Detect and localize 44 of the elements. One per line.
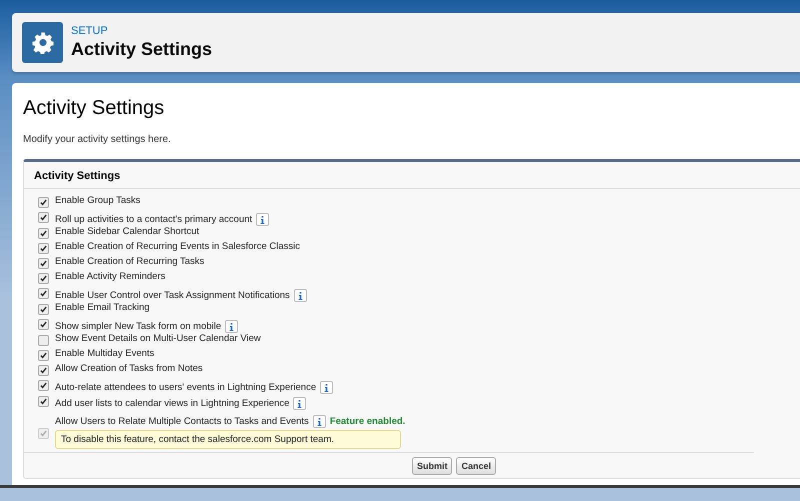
- setting-label: Allow Creation of Tasks from Notes: [55, 363, 203, 374]
- checkbox[interactable]: [38, 396, 49, 407]
- info-icon[interactable]: [256, 213, 270, 226]
- section-title: Activity Settings: [24, 162, 800, 189]
- setting-label: Show simpler New Task form on mobile: [55, 321, 222, 332]
- info-icon[interactable]: [293, 397, 306, 410]
- checkbox[interactable]: [38, 380, 49, 391]
- checkbox[interactable]: [38, 350, 49, 361]
- setting-label: Enable Multiday Events: [55, 348, 154, 359]
- description: Modify your activity settings here.: [23, 134, 172, 145]
- breadcrumb[interactable]: SETUP: [71, 25, 212, 38]
- settings-icon: [22, 22, 63, 63]
- checkbox[interactable]: [38, 365, 49, 376]
- setting-label: Roll up activities to a contact's primary account: [55, 214, 252, 225]
- setting-label: Enable Group Tasks: [55, 195, 140, 206]
- setting-label: Enable Sidebar Calendar Shortcut: [55, 226, 200, 237]
- checkbox[interactable]: [38, 212, 49, 223]
- info-icon[interactable]: [225, 320, 238, 333]
- checkbox[interactable]: [38, 258, 49, 269]
- setting-label: Enable Creation of Recurring Events in Salesforce Classic: [55, 241, 300, 252]
- page-title: Activity Settings: [71, 38, 212, 60]
- setting-label: Auto-relate attendees to users' events in Lightning Experience: [55, 382, 316, 393]
- setting-label: Add user lists to calendar views in Lightning Experience: [55, 398, 290, 409]
- checkbox[interactable]: [38, 335, 49, 346]
- checkbox[interactable]: [38, 197, 49, 208]
- info-icon[interactable]: [320, 381, 334, 394]
- checkbox[interactable]: [38, 304, 49, 315]
- setting-label: Allow Users to Relate Multiple Contacts to Tasks and Events: [55, 416, 309, 427]
- info-icon[interactable]: [294, 289, 307, 302]
- setting-label: Enable Creation of Recurring Tasks: [55, 256, 204, 267]
- heading: Activity Settings: [23, 96, 166, 120]
- form-button[interactable]: Cancel: [456, 457, 496, 475]
- status-text: Feature enabled.: [330, 416, 406, 427]
- setting-label: Enable Activity Reminders: [55, 271, 166, 282]
- checkbox[interactable]: [38, 319, 49, 330]
- setting-label: Enable User Control over Task Assignment Notifications: [55, 290, 290, 301]
- checkbox[interactable]: [38, 228, 49, 239]
- checkbox[interactable]: [38, 273, 49, 284]
- form-button[interactable]: Submit: [412, 457, 452, 475]
- info-message: To disable this feature, contact the salesforce.com Support team.: [55, 430, 401, 449]
- setting-label: Show Event Details on Multi-User Calendar View: [55, 333, 261, 344]
- checkbox[interactable]: [38, 288, 49, 299]
- setting-label: Enable Email Tracking: [55, 302, 150, 313]
- checkbox[interactable]: [38, 243, 49, 254]
